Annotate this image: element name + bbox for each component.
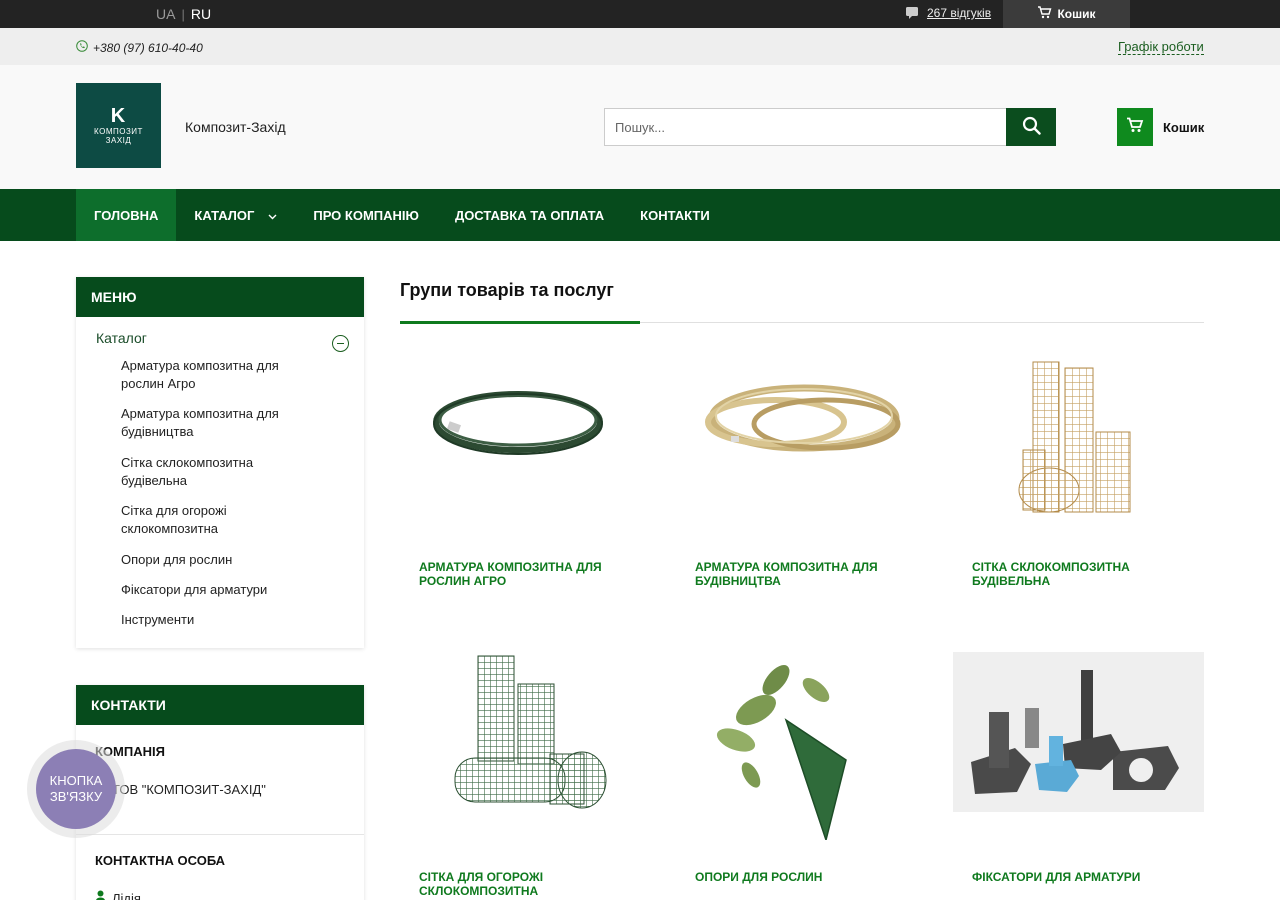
nav-label: ПРО КОМПАНІЮ xyxy=(313,207,419,223)
sidebar-item-tools[interactable]: Інструменти xyxy=(121,611,311,629)
product-group-image-rebar-fixators[interactable] xyxy=(953,652,1204,812)
cart-icon xyxy=(1037,6,1052,22)
logo[interactable]: K КОМПОЗИТ ЗАХІД xyxy=(76,83,161,168)
nav-item-home[interactable]: ГОЛОВНА xyxy=(76,189,177,241)
product-group-name[interactable]: СІТКА ДЛЯ ОГОРОЖІ СКЛОКОМПОЗИТНА xyxy=(419,870,639,898)
sidebar: МЕНЮ Каталог Арматура композитна для рос… xyxy=(76,277,364,900)
sidebar-item-construction-mesh[interactable]: Сітка склокомпозитна будівельна xyxy=(121,454,311,490)
product-group-image-fence-mesh[interactable] xyxy=(400,650,651,840)
sidebar-item-rebar-fixators[interactable]: Фіксатори для арматури xyxy=(121,581,311,599)
contacts-title: КОНТАКТИ xyxy=(76,685,364,725)
menu-box: МЕНЮ Каталог Арматура композитна для рос… xyxy=(76,277,364,648)
nav-item-delivery[interactable]: ДОСТАВКА ТА ОПЛАТА xyxy=(437,189,622,241)
search-icon xyxy=(1022,116,1041,138)
product-group-image-agro-rebar[interactable] xyxy=(400,340,651,530)
company-name[interactable]: Композит-Захід xyxy=(185,119,286,135)
phone-icon xyxy=(76,40,88,55)
sidebar-item-construction-rebar[interactable]: Арматура композитна для будівництва xyxy=(121,405,311,441)
contact-float-button[interactable]: КНОПКА ЗВ'ЯЗКУ xyxy=(27,740,125,838)
info-bar: +380 (97) 610-40-40 Графік роботи xyxy=(0,28,1280,65)
phone-number[interactable]: +380 (97) 610-40-40 xyxy=(93,41,203,55)
chevron-down-icon xyxy=(268,208,277,223)
minus-circle-icon[interactable] xyxy=(332,335,349,352)
nav-label: ГОЛОВНА xyxy=(94,207,159,223)
contacts-divider xyxy=(76,834,364,835)
logo-line-2: ЗАХІД xyxy=(105,136,132,145)
sidebar-item-fence-mesh[interactable]: Сітка для огорожі склокомпозитна xyxy=(121,502,311,538)
cart-icon xyxy=(1126,117,1144,138)
top-cart-label: Кошик xyxy=(1057,7,1096,21)
nav-label: КАТАЛОГ xyxy=(194,207,255,223)
sidebar-item-agro-rebar[interactable]: Арматура композитна для рослин Агро xyxy=(121,357,311,393)
title-accent xyxy=(400,321,640,324)
page-title: Групи товарів та послуг xyxy=(400,280,614,300)
product-group-name[interactable]: СІТКА СКЛОКОМПОЗИТНА БУДІВЕЛЬНА xyxy=(972,560,1192,588)
reviews-block: 267 відгуків xyxy=(905,6,991,20)
nav-item-contacts[interactable]: КОНТАКТИ xyxy=(622,189,728,241)
product-group-image-plant-supports[interactable] xyxy=(676,650,927,840)
product-group-image-construction-rebar[interactable] xyxy=(676,340,927,530)
product-group-name[interactable]: АРМАТУРА КОМПОЗИТНА ДЛЯ РОСЛИН АГРО xyxy=(419,560,639,588)
product-group-name[interactable]: ФІКСАТОРИ ДЛЯ АРМАТУРИ xyxy=(972,870,1192,884)
search-form xyxy=(604,108,1056,146)
contact-person: Лідія xyxy=(95,890,141,900)
header: K КОМПОЗИТ ЗАХІД Композит-Захід Кошик xyxy=(0,65,1280,189)
top-bar: UA | RU 267 відгуків Кошик xyxy=(0,0,1280,28)
search-button[interactable] xyxy=(1006,108,1056,146)
cart-icon-box[interactable] xyxy=(1117,108,1153,146)
person-icon xyxy=(95,890,106,900)
product-group-name[interactable]: ОПОРИ ДЛЯ РОСЛИН xyxy=(695,870,915,884)
product-group-name[interactable]: АРМАТУРА КОМПОЗИТНА ДЛЯ БУДІВНИЦТВА xyxy=(695,560,915,588)
nav-label: ДОСТАВКА ТА ОПЛАТА xyxy=(454,207,605,223)
contact-person-label: КОНТАКТНА ОСОБА xyxy=(95,853,226,868)
product-group-image-construction-mesh[interactable] xyxy=(953,340,1204,530)
schedule-link[interactable]: Графік роботи xyxy=(1118,39,1204,55)
lang-ua-link[interactable]: UA xyxy=(156,6,175,22)
reviews-link[interactable]: 267 відгуків xyxy=(927,6,991,20)
float-label-2: ЗВ'ЯЗКУ xyxy=(49,789,103,804)
lang-separator: | xyxy=(181,6,185,22)
contact-float-button-inner[interactable]: КНОПКА ЗВ'ЯЗКУ xyxy=(36,749,116,829)
nav-label: КОНТАКТИ xyxy=(640,207,710,223)
logo-mark: K xyxy=(110,105,127,127)
nav-item-catalog[interactable]: КАТАЛОГ xyxy=(176,189,295,241)
float-label-1: КНОПКА xyxy=(49,773,103,788)
phone-block: +380 (97) 610-40-40 xyxy=(76,40,203,55)
language-switcher: UA | RU xyxy=(156,6,211,22)
nav-item-about[interactable]: ПРО КОМПАНІЮ xyxy=(295,189,437,241)
lang-ru-link[interactable]: RU xyxy=(191,6,211,22)
speech-bubble-icon xyxy=(905,6,919,20)
menu-title: МЕНЮ xyxy=(76,277,364,317)
contact-person-name: Лідія xyxy=(112,890,141,900)
top-cart-button[interactable]: Кошик xyxy=(1003,0,1130,28)
logo-line-1: КОМПОЗИТ xyxy=(94,127,143,136)
sidebar-item-plant-supports[interactable]: Опори для рослин xyxy=(121,551,311,569)
header-cart[interactable]: Кошик xyxy=(1117,108,1204,146)
cart-label[interactable]: Кошик xyxy=(1163,120,1204,135)
company-legal-name: ТОВ "КОМПОЗИТ-ЗАХІД" xyxy=(112,782,266,797)
sidebar-catalog-link[interactable]: Каталог xyxy=(96,330,147,346)
main-nav: ГОЛОВНА КАТАЛОГ ПРО КОМПАНІЮ ДОСТАВКА ТА… xyxy=(0,189,1280,241)
search-input[interactable] xyxy=(604,108,1006,146)
